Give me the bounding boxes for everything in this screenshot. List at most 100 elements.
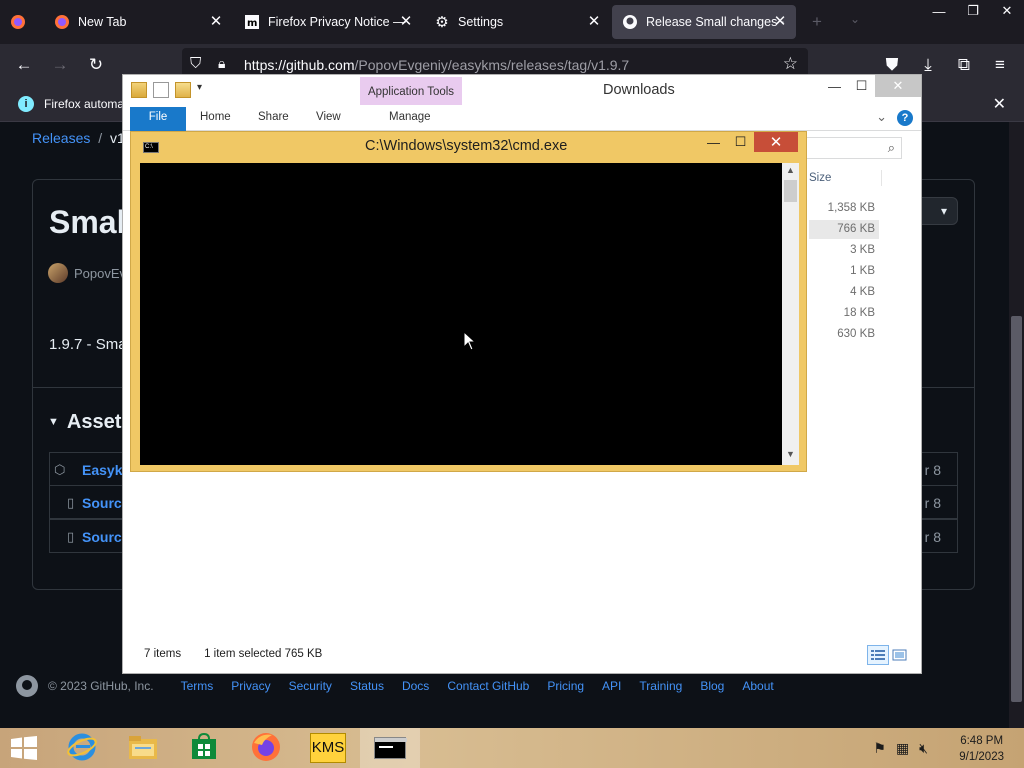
tab-release[interactable]: Release Small changes · ✕ [612, 5, 796, 39]
avatar[interactable] [48, 263, 68, 283]
reload-icon[interactable]: ↻ [84, 54, 108, 76]
close-icon[interactable]: ✕ [990, 0, 1024, 22]
footer-link-security[interactable]: Security [289, 679, 332, 693]
browser-tab-bar: New Tab ✕ m Firefox Privacy Notice — ✕ ⚙… [0, 0, 1024, 44]
taskbar-clock[interactable]: 6:48 PM 9/1/2023 [959, 733, 1004, 765]
taskbar-cmd[interactable] [360, 728, 420, 768]
tab-label: Firefox Privacy Notice — [268, 15, 406, 29]
folder-down-icon[interactable] [131, 82, 147, 98]
search-input[interactable]: ⌕ [806, 137, 902, 159]
scroll-up-icon[interactable]: ▲ [782, 165, 799, 179]
release-author[interactable]: PopovEv [48, 263, 126, 283]
list-all-tabs-icon[interactable]: ⌄ [850, 12, 860, 26]
url-path: /PopovEvgeniy/easykms/releases/tag/v1.9.… [354, 57, 630, 73]
close-icon[interactable]: ✕ [993, 94, 1006, 114]
new-folder-icon[interactable] [175, 82, 191, 98]
breadcrumb-releases-link[interactable]: Releases [32, 130, 90, 146]
tab-settings[interactable]: ⚙ Settings ✕ [424, 0, 610, 44]
page-scrollbar-thumb[interactable] [1011, 316, 1022, 702]
large-icons-view-icon[interactable] [889, 645, 911, 665]
restore-icon[interactable]: ❐ [956, 0, 990, 22]
svg-text:m: m [247, 18, 257, 29]
column-header-size[interactable]: Size [809, 172, 831, 184]
footer-link-privacy[interactable]: Privacy [231, 679, 270, 693]
github-icon [622, 14, 638, 30]
shield-icon[interactable]: ⛉ [190, 55, 201, 72]
details-view-icon[interactable] [867, 645, 889, 665]
footer-link-status[interactable]: Status [350, 679, 384, 693]
search-icon: ⌕ [887, 140, 895, 155]
taskbar-firefox[interactable] [236, 728, 296, 768]
taskbar-store[interactable] [174, 728, 234, 768]
customize-toolbar-icon[interactable]: ▾ [197, 82, 213, 98]
tab-manage[interactable]: Manage [389, 111, 431, 123]
volume-muted-icon[interactable]: 🔇︎ [919, 740, 928, 757]
footer-link-contact[interactable]: Contact GitHub [447, 679, 529, 693]
pocket-icon[interactable]: ⛊ [880, 54, 904, 76]
page-footer: © 2023 GitHub, Inc. Terms Privacy Securi… [16, 675, 792, 697]
close-icon[interactable]: ✕ [398, 14, 414, 30]
close-icon[interactable]: ✕ [875, 75, 921, 97]
tab-share[interactable]: Share [258, 111, 289, 123]
close-icon[interactable]: ✕ [754, 132, 798, 152]
github-logo-icon[interactable] [16, 675, 38, 697]
close-icon[interactable]: ✕ [586, 14, 602, 30]
console-output[interactable] [140, 163, 782, 465]
tab-home[interactable]: Home [200, 111, 231, 123]
maximize-icon[interactable]: ☐ [727, 132, 754, 152]
network-icon[interactable]: ▦ [896, 740, 909, 757]
footer-link-pricing[interactable]: Pricing [547, 679, 584, 693]
lock-icon[interactable]: 🔒︎ [218, 55, 225, 72]
minimize-icon[interactable]: — [922, 0, 956, 22]
scroll-down-icon[interactable]: ▼ [782, 449, 799, 463]
chevron-down-icon[interactable]: ⌄ [876, 109, 887, 125]
minimize-icon[interactable]: — [700, 132, 727, 152]
assets-heading[interactable]: ▼ Assets [48, 411, 133, 434]
bookmark-star-icon[interactable]: ☆ [783, 54, 798, 74]
close-icon[interactable]: ✕ [208, 14, 224, 30]
maximize-icon[interactable]: ☐ [848, 75, 875, 97]
mouse-cursor-icon [463, 330, 477, 351]
download-icon[interactable]: ⤓ [916, 54, 940, 76]
tab-new-tab[interactable]: New Tab ✕ [44, 0, 232, 44]
explorer-titlebar[interactable]: ▾ Application Tools Downloads — ☐ ✕ [123, 75, 921, 105]
taskbar-kms[interactable]: KMS [298, 728, 358, 768]
tab-file[interactable]: File [130, 107, 186, 131]
file-size: 766 KB [837, 223, 875, 235]
help-icon[interactable]: ? [897, 110, 913, 126]
cmd-icon[interactable]: C:\ [143, 142, 159, 153]
footer-link-terms[interactable]: Terms [181, 679, 214, 693]
minimize-icon[interactable]: — [821, 75, 848, 97]
clock-date: 9/1/2023 [959, 751, 1004, 763]
footer-link-blog[interactable]: Blog [700, 679, 724, 693]
menu-icon[interactable]: ≡ [988, 54, 1012, 76]
footer-link-docs[interactable]: Docs [402, 679, 429, 693]
taskbar-file-explorer[interactable] [113, 728, 173, 768]
forward-arrow-icon[interactable]: → [48, 54, 72, 76]
file-size: 630 KB [837, 328, 875, 340]
author-name[interactable]: PopovEv [74, 266, 126, 281]
properties-icon[interactable] [153, 82, 169, 98]
file-size: 1,358 KB [827, 202, 875, 214]
scrollbar-thumb[interactable] [784, 180, 797, 202]
status-selection: 1 item selected 765 KB [204, 648, 323, 660]
extensions-icon[interactable]: ⧉ [952, 54, 976, 76]
close-icon[interactable]: ✕ [772, 14, 788, 30]
taskbar-ie[interactable] [52, 728, 112, 768]
browser-window-controls: — ❐ ✕ [922, 0, 1024, 22]
footer-copyright: © 2023 GitHub, Inc. [48, 679, 154, 693]
windows-start-icon[interactable] [10, 736, 38, 760]
internet-explorer-icon [66, 731, 98, 766]
release-title: Smal [49, 204, 126, 240]
footer-link-api[interactable]: API [602, 679, 621, 693]
footer-link-about[interactable]: About [742, 679, 773, 693]
action-center-flag-icon[interactable]: ⚑ [873, 740, 886, 757]
tab-view[interactable]: View [316, 111, 341, 123]
new-tab-plus-icon[interactable]: + [812, 12, 822, 32]
tab-firefox-view[interactable] [0, 0, 44, 44]
back-arrow-icon[interactable]: ← [12, 54, 36, 76]
firefox-icon [54, 14, 70, 30]
footer-link-training[interactable]: Training [639, 679, 682, 693]
console-scrollbar[interactable]: ▲ ▼ [782, 163, 799, 465]
tab-privacy-notice[interactable]: m Firefox Privacy Notice — ✕ [234, 0, 422, 44]
